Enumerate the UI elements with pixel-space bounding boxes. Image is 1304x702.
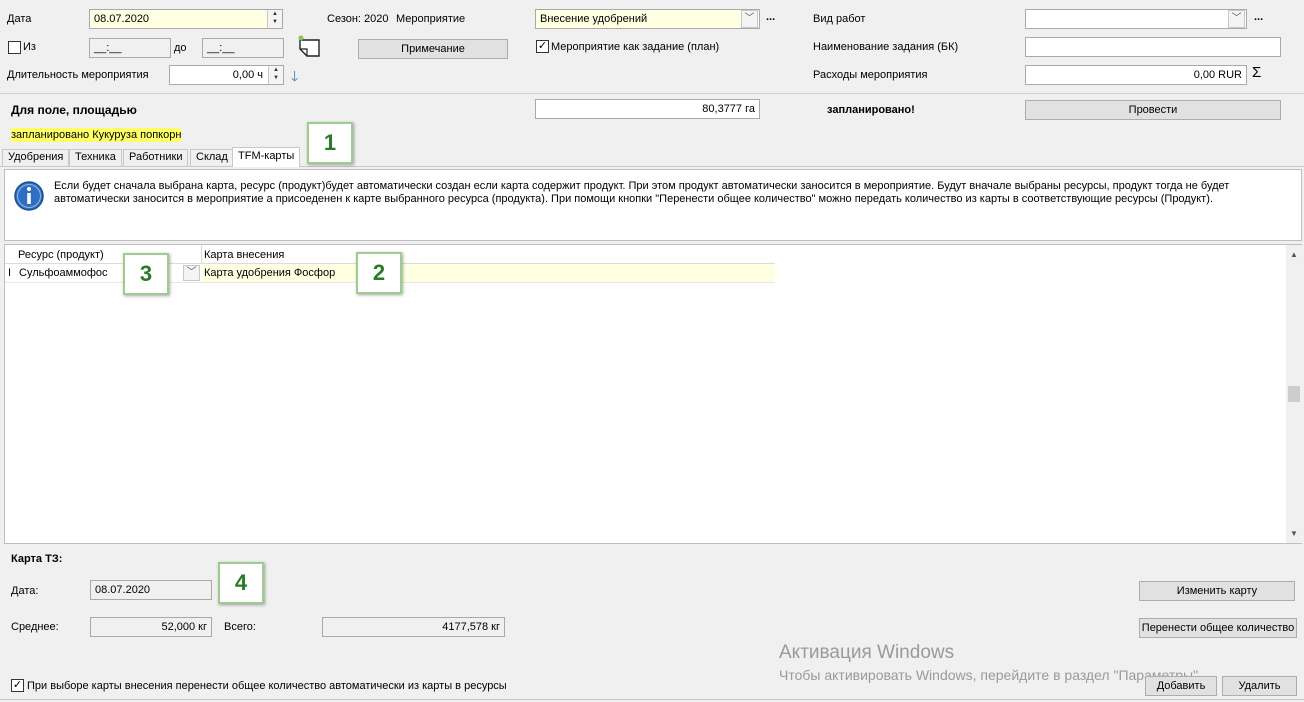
- date-value: 08.07.2020: [94, 13, 150, 25]
- date-label: Дата: [7, 13, 32, 25]
- resource-cell[interactable]: Сульфоаммофос ﹀: [17, 264, 201, 282]
- add-button[interactable]: Добавить: [1145, 676, 1217, 696]
- callout-marker: 3: [123, 253, 169, 295]
- column-header-resource[interactable]: Ресурс (продукт): [18, 248, 104, 262]
- tz-date-label: Дата:: [11, 585, 39, 597]
- time-to-value: __:__: [207, 42, 235, 54]
- tab-machinery[interactable]: Техника: [69, 149, 122, 166]
- avg-value: 52,000 кг: [161, 621, 207, 633]
- avg-label: Среднее:: [11, 621, 59, 633]
- time-to-field[interactable]: __:__: [202, 38, 284, 58]
- scrollbar-thumb[interactable]: [1288, 386, 1300, 402]
- event-label: Мероприятие: [396, 13, 466, 25]
- total-label: Всего:: [224, 621, 256, 633]
- date-spinner[interactable]: ▲ ▼: [267, 10, 282, 28]
- work-type-more-button[interactable]: ...: [1254, 10, 1263, 24]
- from-checkbox[interactable]: [8, 41, 21, 54]
- column-header-card[interactable]: Карта внесения: [204, 248, 284, 262]
- vertical-scrollbar[interactable]: ▲ ▼: [1286, 245, 1302, 543]
- row-cursor-icon: I: [8, 267, 12, 279]
- scroll-down-icon[interactable]: ▼: [1290, 529, 1298, 538]
- total-value: 4177,578 кг: [442, 621, 500, 633]
- duration-label: Длительность мероприятия: [7, 69, 149, 81]
- task-name-label: Наименование задания (БК): [813, 41, 959, 53]
- auto-transfer-label: При выборе карты внесения перенести обще…: [27, 680, 507, 692]
- divider: [0, 93, 1304, 94]
- date-field[interactable]: 08.07.2020: [89, 9, 283, 29]
- scroll-up-icon[interactable]: ▲: [1290, 250, 1298, 259]
- transfer-total-button[interactable]: Перенести общее количество: [1139, 618, 1297, 638]
- resource-value: Сульфоаммофос: [19, 267, 108, 279]
- event-as-task-label: Мероприятие как задание (план): [551, 41, 720, 53]
- auto-transfer-checkbox[interactable]: ✓: [11, 679, 24, 692]
- total-field: 4177,578 кг: [322, 617, 505, 637]
- planned-label: запланировано!: [827, 104, 915, 116]
- event-as-task-checkbox[interactable]: ✓: [536, 40, 549, 53]
- tab-bar: Удобрения Техника Работники Склад TFM-ка…: [0, 147, 1304, 167]
- to-label: до: [174, 42, 187, 54]
- work-type-label: Вид работ: [813, 13, 866, 25]
- duration-field[interactable]: 0,00 ч: [169, 65, 284, 85]
- event-more-button[interactable]: ...: [766, 10, 775, 24]
- info-text: Если будет сначала выбрана карта, ресурс…: [54, 180, 1230, 205]
- work-type-select[interactable]: [1025, 9, 1247, 29]
- resource-grid: Ресурс (продукт) Карта внесения I Сульфо…: [4, 244, 1302, 544]
- chevron-down-icon[interactable]: ﹀: [741, 10, 758, 28]
- card-value: Карта удобрения Фосфор: [204, 267, 336, 279]
- field-area-label: Для поле, площадью: [11, 103, 137, 117]
- watermark-title: Активация Windows: [779, 642, 955, 663]
- tab-warehouse[interactable]: Склад: [190, 149, 234, 166]
- arrow-down-icon[interactable]: 🡓: [291, 66, 298, 90]
- tab-tfm-cards[interactable]: TFM-карты: [232, 147, 301, 167]
- info-icon: [13, 180, 45, 215]
- event-select[interactable]: Внесение удобрений: [535, 9, 760, 29]
- time-from-field[interactable]: __:__: [89, 38, 171, 58]
- tab-workers[interactable]: Работники: [123, 149, 189, 166]
- area-field: 80,3777 га: [535, 99, 760, 119]
- tz-date-value: 08.07.2020: [95, 584, 151, 596]
- info-panel: Если будет сначала выбрана карта, ресурс…: [4, 169, 1302, 241]
- expenses-field[interactable]: 0,00 RUR: [1025, 65, 1247, 85]
- note-icon[interactable]: [297, 34, 323, 63]
- area-value: 80,3777 га: [702, 103, 755, 115]
- note-button[interactable]: Примечание: [358, 39, 508, 59]
- time-from-value: __:__: [94, 42, 122, 54]
- tab-fertilizers[interactable]: Удобрения: [2, 149, 70, 166]
- change-card-button[interactable]: Изменить карту: [1139, 581, 1295, 601]
- card-cell[interactable]: Карта удобрения Фосфор: [202, 264, 775, 282]
- planned-crop-badge: запланировано Кукуруза попкорн: [11, 128, 182, 142]
- task-name-input[interactable]: [1025, 37, 1281, 57]
- expenses-label: Расходы мероприятия: [813, 69, 928, 81]
- from-label: Из: [23, 41, 36, 53]
- expenses-value: 0,00 RUR: [1193, 69, 1242, 81]
- event-value: Внесение удобрений: [540, 13, 648, 25]
- season-label: Сезон: 2020: [327, 13, 389, 25]
- sigma-icon[interactable]: Σ: [1252, 65, 1261, 80]
- callout-marker: 1: [307, 122, 353, 164]
- tz-date-field: 08.07.2020: [90, 580, 212, 600]
- chevron-down-icon[interactable]: ﹀: [1228, 10, 1245, 28]
- column-divider: [201, 245, 202, 263]
- callout-marker: 4: [218, 562, 264, 604]
- callout-marker: 2: [356, 252, 402, 294]
- avg-field: 52,000 кг: [90, 617, 212, 637]
- duration-value: 0,00 ч: [232, 69, 263, 81]
- delete-button[interactable]: Удалить: [1222, 676, 1297, 696]
- divider: [0, 699, 1304, 700]
- duration-spinner[interactable]: ▲ ▼: [268, 66, 283, 84]
- tz-card-title: Карта ТЗ:: [11, 553, 63, 565]
- post-button[interactable]: Провести: [1025, 100, 1281, 120]
- chevron-down-icon[interactable]: ﹀: [183, 265, 200, 281]
- watermark-subtitle: Чтобы активировать Windows, перейдите в …: [779, 667, 1202, 683]
